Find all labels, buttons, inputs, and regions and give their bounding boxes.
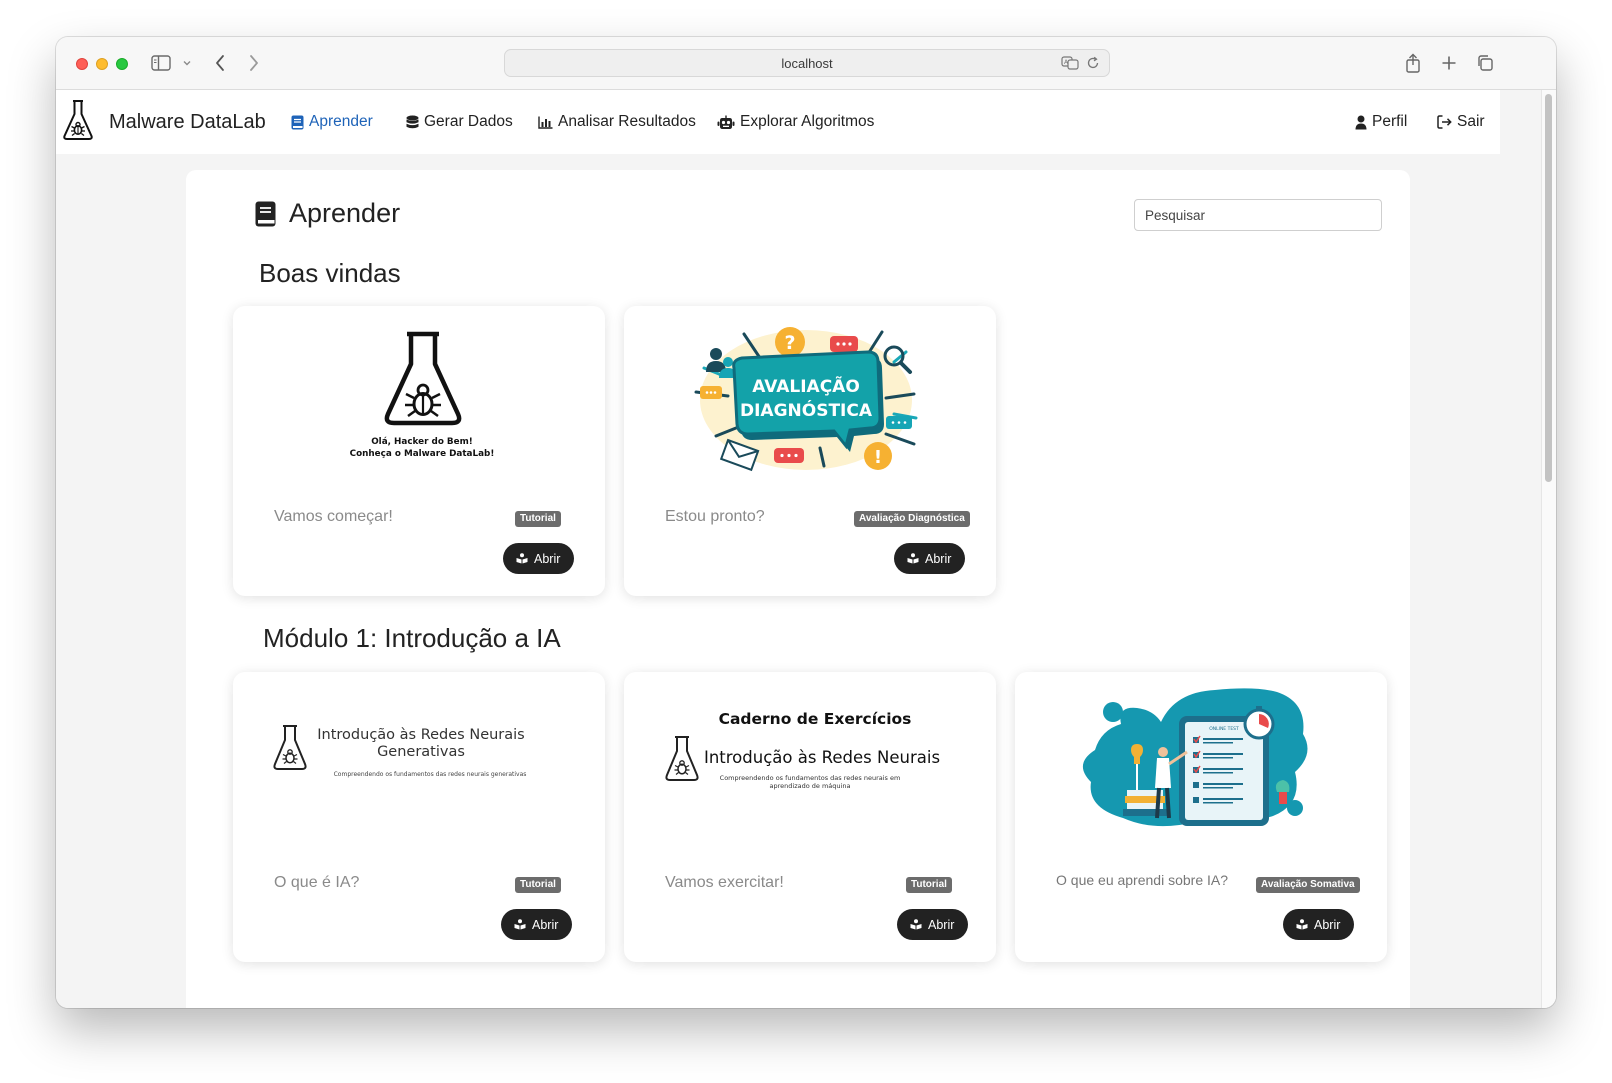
browser-toolbar: localhost A bbox=[56, 37, 1556, 90]
sign-out-icon bbox=[1437, 115, 1452, 129]
card-caption: Vamos começar! bbox=[274, 508, 393, 525]
image-greeting-line: Olá, Hacker do Bem! bbox=[371, 437, 473, 447]
lesson-card[interactable]: Caderno de Exercícios Introdução às Rede… bbox=[624, 672, 996, 962]
book-reader-icon bbox=[516, 553, 528, 564]
slide-subtitle: Compreendendo os fundamentos das redes n… bbox=[720, 774, 901, 782]
open-button[interactable]: Abrir bbox=[503, 543, 575, 574]
section-title: Boas vindas bbox=[259, 258, 401, 288]
slide-title-line: Introdução às Redes Neurais bbox=[704, 748, 940, 767]
slide-thumbnail-image: Introdução às Redes Neurais Generativas … bbox=[273, 725, 527, 778]
slide-heading: Caderno de Exercícios bbox=[719, 710, 912, 728]
nav-explorar-algoritmos[interactable]: Explorar Algoritmos bbox=[717, 113, 874, 131]
book-icon bbox=[255, 201, 276, 226]
sidebar-toggle-icon[interactable] bbox=[150, 51, 172, 75]
card-type-badge: Avaliação Diagnóstica bbox=[854, 511, 970, 527]
image-title-line: DIAGNÓSTICA bbox=[740, 399, 873, 421]
lesson-card[interactable]: ? ! AVALIAÇÃO DIAGNÓSTICA Estou pronto? … bbox=[624, 306, 996, 596]
book-reader-icon bbox=[910, 919, 922, 930]
nav-label: Perfil bbox=[1372, 113, 1408, 130]
book-reader-icon bbox=[1296, 919, 1308, 930]
lesson-card[interactable]: Olá, Hacker do Bem! Conheça o Malware Da… bbox=[233, 306, 605, 596]
card-caption: O que é IA? bbox=[274, 874, 360, 891]
slide-title-line: Introdução às Redes Neurais bbox=[317, 727, 524, 743]
nav-analisar-resultados[interactable]: Analisar Resultados bbox=[538, 113, 696, 131]
zoom-window-button[interactable] bbox=[116, 58, 128, 70]
nav-label: Sair bbox=[1457, 113, 1485, 130]
open-button-label: Abrir bbox=[532, 917, 559, 932]
flask-bug-logo-image: Olá, Hacker do Bem! Conheça o Malware Da… bbox=[350, 331, 495, 459]
top-navbar: Malware DataLab Aprender Gerar Dados Ana… bbox=[56, 90, 1500, 154]
open-button[interactable]: Abrir bbox=[894, 543, 966, 574]
open-button-label: Abrir bbox=[925, 551, 952, 566]
nav-gerar-dados[interactable]: Gerar Dados bbox=[406, 113, 513, 131]
page-title-text: Aprender bbox=[289, 198, 401, 228]
open-button[interactable]: Abrir bbox=[897, 909, 969, 940]
card-caption: Estou pronto? bbox=[665, 508, 765, 525]
back-arrow-icon[interactable] bbox=[210, 51, 230, 75]
book-reader-icon bbox=[514, 919, 526, 930]
nav-aprender[interactable]: Aprender bbox=[291, 113, 373, 131]
book-icon bbox=[291, 115, 304, 129]
card-caption: Vamos exercitar! bbox=[665, 874, 784, 891]
scrollbar-thumb[interactable] bbox=[1545, 94, 1552, 482]
slide-thumbnail-image: Caderno de Exercícios Introdução às Rede… bbox=[665, 710, 940, 790]
image-greeting-line: Conheça o Malware DataLab! bbox=[350, 449, 495, 459]
online-test-illustration: ONLINE TEST bbox=[1082, 688, 1308, 827]
database-icon bbox=[406, 115, 419, 128]
card-caption: O que eu aprendi sobre IA? bbox=[1056, 872, 1229, 888]
browser-window: localhost A Malware DataLab Aprender Ger… bbox=[56, 37, 1556, 1008]
new-tab-icon[interactable] bbox=[1438, 51, 1460, 75]
lesson-card[interactable]: ONLINE TEST O que eu aprendi sobre IA? A… bbox=[1015, 672, 1387, 962]
translate-icon[interactable]: A bbox=[1061, 56, 1079, 75]
online-test-label: ONLINE TEST bbox=[1209, 726, 1239, 732]
open-button-label: Abrir bbox=[1314, 917, 1341, 932]
user-icon bbox=[1355, 115, 1367, 129]
section-title: Módulo 1: Introdução a IA bbox=[263, 623, 561, 653]
forward-arrow-icon[interactable] bbox=[244, 51, 264, 75]
slide-subtitle: aprendizado de máquina bbox=[770, 782, 851, 790]
address-bar[interactable]: localhost A bbox=[504, 49, 1110, 77]
bar-chart-icon bbox=[538, 116, 553, 129]
lesson-card[interactable]: Introdução às Redes Neurais Generativas … bbox=[233, 672, 605, 962]
vertical-scrollbar[interactable] bbox=[1541, 90, 1556, 1008]
card-type-badge: Avaliação Somativa bbox=[1256, 877, 1360, 893]
minimize-window-button[interactable] bbox=[96, 58, 108, 70]
card-type-badge: Tutorial bbox=[515, 511, 561, 527]
avaliacao-diagnostica-illustration: ? ! AVALIAÇÃO DIAGNÓSTICA bbox=[694, 327, 918, 472]
nav-perfil[interactable]: Perfil bbox=[1355, 113, 1407, 131]
open-button-label: Abrir bbox=[534, 551, 561, 566]
card-type-badge: Tutorial bbox=[906, 877, 952, 893]
search-input[interactable] bbox=[1134, 199, 1382, 231]
nav-sair[interactable]: Sair bbox=[1437, 113, 1485, 131]
content-panel: Aprender Boas vindas Olá, Hacker do Bem!… bbox=[186, 170, 1410, 1008]
robot-icon bbox=[717, 115, 735, 129]
slide-title-line: Generativas bbox=[377, 744, 465, 760]
brand-name[interactable]: Malware DataLab bbox=[109, 111, 266, 134]
open-button[interactable]: Abrir bbox=[501, 909, 573, 940]
slide-subtitle: Compreendendo os fundamentos das redes n… bbox=[334, 771, 527, 778]
card-type-badge: Tutorial bbox=[515, 877, 561, 893]
share-icon[interactable] bbox=[1402, 51, 1424, 75]
open-button-label: Abrir bbox=[928, 917, 955, 932]
image-title-line: AVALIAÇÃO bbox=[752, 374, 860, 397]
nav-label: Aprender bbox=[309, 113, 373, 130]
flask-bug-logo-icon[interactable] bbox=[62, 98, 94, 142]
tab-overview-icon[interactable] bbox=[1474, 51, 1496, 75]
chevron-down-icon[interactable] bbox=[180, 51, 194, 75]
svg-text:!: ! bbox=[874, 447, 882, 468]
page-title: Aprender bbox=[255, 198, 400, 229]
page-viewport: Malware DataLab Aprender Gerar Dados Ana… bbox=[56, 90, 1556, 1008]
url-text: localhost bbox=[781, 56, 833, 71]
reload-icon[interactable] bbox=[1086, 56, 1100, 75]
nav-label: Explorar Algoritmos bbox=[740, 113, 875, 130]
nav-label: Gerar Dados bbox=[424, 113, 513, 130]
svg-text:?: ? bbox=[784, 332, 795, 354]
open-button[interactable]: Abrir bbox=[1283, 909, 1355, 940]
close-window-button[interactable] bbox=[76, 58, 88, 70]
book-reader-icon bbox=[907, 553, 919, 564]
nav-label: Analisar Resultados bbox=[558, 113, 696, 130]
